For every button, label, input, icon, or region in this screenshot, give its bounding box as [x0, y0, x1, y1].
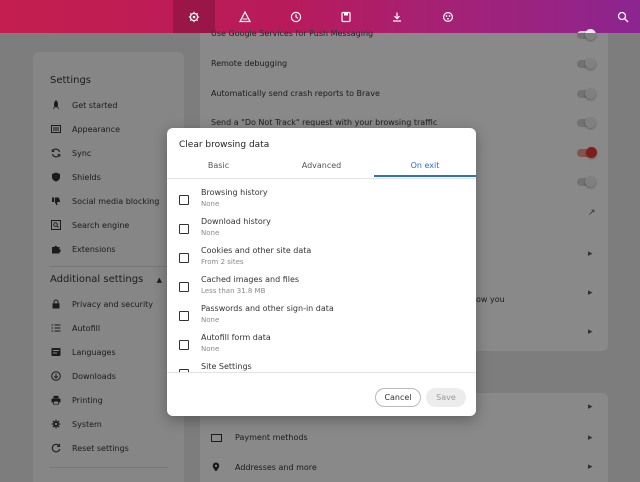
- search-icon[interactable]: [606, 0, 640, 33]
- item-title: Passwords and other sign-in data: [201, 304, 334, 313]
- extensions-icon[interactable]: [427, 0, 469, 33]
- item-title: Download history: [201, 217, 271, 226]
- item-subtitle: None: [201, 229, 220, 237]
- item-title: Cached images and files: [201, 275, 300, 284]
- item-subtitle: Less than 31.8 MB: [201, 287, 266, 295]
- item-title: Cookies and other site data: [201, 246, 312, 255]
- cancel-button[interactable]: Cancel: [375, 388, 421, 407]
- list-item-site-settings[interactable]: Site Settings: [167, 360, 476, 372]
- list-item-autofill[interactable]: Autofill form data None: [167, 331, 476, 360]
- item-title: Autofill form data: [201, 333, 271, 342]
- list-item-download-history[interactable]: Download history None: [167, 215, 476, 244]
- tab-advanced[interactable]: Advanced: [270, 159, 373, 177]
- item-subtitle: None: [201, 200, 220, 208]
- browsing-history-checkbox[interactable]: [179, 195, 189, 205]
- cached-images-checkbox[interactable]: [179, 282, 189, 292]
- list-item-cached-images[interactable]: Cached images and files Less than 31.8 M…: [167, 273, 476, 302]
- item-title: Site Settings: [201, 362, 252, 371]
- settings-icon[interactable]: [173, 0, 215, 33]
- list-item-passwords[interactable]: Passwords and other sign-in data None: [167, 302, 476, 331]
- downloads-icon[interactable]: [376, 0, 418, 33]
- item-title: Browsing history: [201, 188, 268, 197]
- tab-on-exit[interactable]: On exit: [374, 159, 476, 177]
- passwords-checkbox[interactable]: [179, 311, 189, 321]
- item-subtitle: None: [201, 345, 220, 353]
- dialog-title: Clear browsing data: [179, 140, 270, 150]
- item-subtitle: From 2 sites: [201, 258, 244, 266]
- autofill-checkbox[interactable]: [179, 340, 189, 350]
- clear-browsing-data-dialog: Clear browsing data Basic Advanced On ex…: [167, 128, 476, 416]
- item-subtitle: None: [201, 316, 220, 324]
- list-item-cookies[interactable]: Cookies and other site data From 2 sites: [167, 244, 476, 273]
- save-button[interactable]: Save: [426, 388, 466, 407]
- cookies-checkbox[interactable]: [179, 253, 189, 263]
- footer-divider: [167, 372, 476, 373]
- list-item-browsing-history[interactable]: Browsing history None: [167, 186, 476, 215]
- download-history-checkbox[interactable]: [179, 224, 189, 234]
- tab-basic[interactable]: Basic: [167, 159, 270, 177]
- data-type-list[interactable]: Browsing history None Download history N…: [167, 179, 476, 372]
